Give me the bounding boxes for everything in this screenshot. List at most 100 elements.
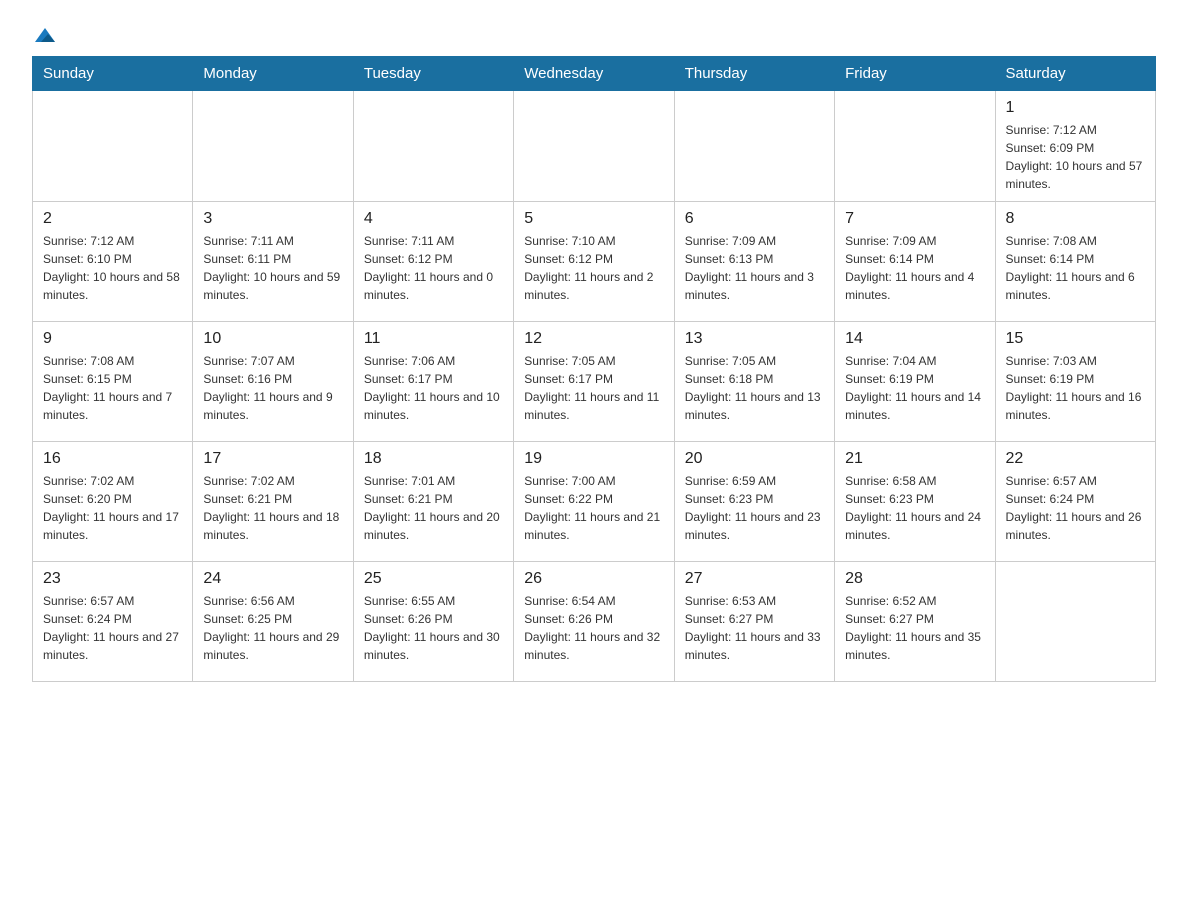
page-header <box>32 24 1156 44</box>
weekday-header-friday: Friday <box>835 57 995 91</box>
day-number: 5 <box>524 210 663 228</box>
calendar-cell-3-5: 13 Sunrise: 7:05 AMSunset: 6:18 PMDayligh… <box>674 322 834 442</box>
calendar-table: SundayMondayTuesdayWednesdayThursdayFrid… <box>32 56 1156 682</box>
day-info: Sunrise: 7:08 AMSunset: 6:15 PMDaylight:… <box>43 352 182 424</box>
day-number: 24 <box>203 570 342 588</box>
day-number: 28 <box>845 570 984 588</box>
calendar-cell-2-3: 4 Sunrise: 7:11 AMSunset: 6:12 PMDaylight… <box>353 202 513 322</box>
day-info: Sunrise: 7:00 AMSunset: 6:22 PMDaylight:… <box>524 472 663 544</box>
calendar-cell-1-4 <box>514 91 674 202</box>
weekday-header-thursday: Thursday <box>674 57 834 91</box>
day-info: Sunrise: 7:08 AMSunset: 6:14 PMDaylight:… <box>1006 232 1145 304</box>
day-number: 8 <box>1006 210 1145 228</box>
day-number: 27 <box>685 570 824 588</box>
calendar-cell-5-7 <box>995 562 1155 682</box>
calendar-cell-4-6: 21 Sunrise: 6:58 AMSunset: 6:23 PMDayligh… <box>835 442 995 562</box>
day-info: Sunrise: 7:07 AMSunset: 6:16 PMDaylight:… <box>203 352 342 424</box>
day-info: Sunrise: 7:03 AMSunset: 6:19 PMDaylight:… <box>1006 352 1145 424</box>
day-number: 18 <box>364 450 503 468</box>
day-number: 15 <box>1006 330 1145 348</box>
day-info: Sunrise: 7:09 AMSunset: 6:13 PMDaylight:… <box>685 232 824 304</box>
weekday-header-row: SundayMondayTuesdayWednesdayThursdayFrid… <box>33 57 1156 91</box>
day-info: Sunrise: 6:58 AMSunset: 6:23 PMDaylight:… <box>845 472 984 544</box>
calendar-cell-3-7: 15 Sunrise: 7:03 AMSunset: 6:19 PMDayligh… <box>995 322 1155 442</box>
weekday-header-saturday: Saturday <box>995 57 1155 91</box>
day-number: 14 <box>845 330 984 348</box>
calendar-cell-3-1: 9 Sunrise: 7:08 AMSunset: 6:15 PMDaylight… <box>33 322 193 442</box>
calendar-cell-2-2: 3 Sunrise: 7:11 AMSunset: 6:11 PMDaylight… <box>193 202 353 322</box>
day-info: Sunrise: 7:02 AMSunset: 6:20 PMDaylight:… <box>43 472 182 544</box>
day-info: Sunrise: 6:52 AMSunset: 6:27 PMDaylight:… <box>845 592 984 664</box>
calendar-cell-4-1: 16 Sunrise: 7:02 AMSunset: 6:20 PMDayligh… <box>33 442 193 562</box>
day-info: Sunrise: 7:05 AMSunset: 6:17 PMDaylight:… <box>524 352 663 424</box>
day-number: 1 <box>1006 99 1145 117</box>
day-info: Sunrise: 7:10 AMSunset: 6:12 PMDaylight:… <box>524 232 663 304</box>
day-number: 2 <box>43 210 182 228</box>
logo-triangle-icon <box>34 24 56 46</box>
calendar-week-4: 16 Sunrise: 7:02 AMSunset: 6:20 PMDayligh… <box>33 442 1156 562</box>
day-info: Sunrise: 7:01 AMSunset: 6:21 PMDaylight:… <box>364 472 503 544</box>
day-info: Sunrise: 7:02 AMSunset: 6:21 PMDaylight:… <box>203 472 342 544</box>
day-info: Sunrise: 6:54 AMSunset: 6:26 PMDaylight:… <box>524 592 663 664</box>
calendar-week-5: 23 Sunrise: 6:57 AMSunset: 6:24 PMDayligh… <box>33 562 1156 682</box>
calendar-cell-1-7: 1 Sunrise: 7:12 AMSunset: 6:09 PMDaylight… <box>995 91 1155 202</box>
calendar-cell-2-6: 7 Sunrise: 7:09 AMSunset: 6:14 PMDaylight… <box>835 202 995 322</box>
day-number: 17 <box>203 450 342 468</box>
day-info: Sunrise: 6:57 AMSunset: 6:24 PMDaylight:… <box>43 592 182 664</box>
day-number: 3 <box>203 210 342 228</box>
calendar-cell-4-2: 17 Sunrise: 7:02 AMSunset: 6:21 PMDayligh… <box>193 442 353 562</box>
day-number: 13 <box>685 330 824 348</box>
logo <box>32 24 56 44</box>
day-number: 22 <box>1006 450 1145 468</box>
day-number: 11 <box>364 330 503 348</box>
day-number: 7 <box>845 210 984 228</box>
calendar-cell-1-6 <box>835 91 995 202</box>
day-number: 6 <box>685 210 824 228</box>
day-info: Sunrise: 6:53 AMSunset: 6:27 PMDaylight:… <box>685 592 824 664</box>
calendar-cell-1-1 <box>33 91 193 202</box>
day-info: Sunrise: 7:06 AMSunset: 6:17 PMDaylight:… <box>364 352 503 424</box>
weekday-header-tuesday: Tuesday <box>353 57 513 91</box>
day-number: 19 <box>524 450 663 468</box>
calendar-cell-5-5: 27 Sunrise: 6:53 AMSunset: 6:27 PMDayligh… <box>674 562 834 682</box>
calendar-cell-5-3: 25Sunrise: 6:55 AMSunset: 6:26 PMDayligh… <box>353 562 513 682</box>
calendar-cell-2-5: 6 Sunrise: 7:09 AMSunset: 6:13 PMDaylight… <box>674 202 834 322</box>
calendar-cell-4-4: 19 Sunrise: 7:00 AMSunset: 6:22 PMDayligh… <box>514 442 674 562</box>
calendar-week-3: 9 Sunrise: 7:08 AMSunset: 6:15 PMDaylight… <box>33 322 1156 442</box>
calendar-cell-1-3 <box>353 91 513 202</box>
day-number: 20 <box>685 450 824 468</box>
calendar-cell-4-5: 20 Sunrise: 6:59 AMSunset: 6:23 PMDayligh… <box>674 442 834 562</box>
weekday-header-sunday: Sunday <box>33 57 193 91</box>
calendar-cell-2-1: 2 Sunrise: 7:12 AMSunset: 6:10 PMDaylight… <box>33 202 193 322</box>
calendar-cell-5-6: 28 Sunrise: 6:52 AMSunset: 6:27 PMDayligh… <box>835 562 995 682</box>
calendar-week-1: 1 Sunrise: 7:12 AMSunset: 6:09 PMDaylight… <box>33 91 1156 202</box>
day-info: Sunrise: 7:11 AMSunset: 6:11 PMDaylight:… <box>203 232 342 304</box>
day-number: 4 <box>364 210 503 228</box>
calendar-cell-3-3: 11 Sunrise: 7:06 AMSunset: 6:17 PMDayligh… <box>353 322 513 442</box>
calendar-cell-5-4: 26Sunrise: 6:54 AMSunset: 6:26 PMDayligh… <box>514 562 674 682</box>
day-number: 12 <box>524 330 663 348</box>
calendar-week-2: 2 Sunrise: 7:12 AMSunset: 6:10 PMDaylight… <box>33 202 1156 322</box>
calendar-cell-2-4: 5 Sunrise: 7:10 AMSunset: 6:12 PMDaylight… <box>514 202 674 322</box>
day-number: 23 <box>43 570 182 588</box>
day-info: Sunrise: 7:12 AMSunset: 6:09 PMDaylight:… <box>1006 121 1145 193</box>
day-info: Sunrise: 7:09 AMSunset: 6:14 PMDaylight:… <box>845 232 984 304</box>
calendar-cell-1-2 <box>193 91 353 202</box>
day-number: 21 <box>845 450 984 468</box>
day-info: Sunrise: 7:05 AMSunset: 6:18 PMDaylight:… <box>685 352 824 424</box>
day-number: 16 <box>43 450 182 468</box>
day-info: Sunrise: 6:57 AMSunset: 6:24 PMDaylight:… <box>1006 472 1145 544</box>
day-number: 25 <box>364 570 503 588</box>
calendar-cell-3-2: 10 Sunrise: 7:07 AMSunset: 6:16 PMDayligh… <box>193 322 353 442</box>
day-number: 10 <box>203 330 342 348</box>
day-info: Sunrise: 7:12 AMSunset: 6:10 PMDaylight:… <box>43 232 182 304</box>
calendar-cell-3-4: 12 Sunrise: 7:05 AMSunset: 6:17 PMDayligh… <box>514 322 674 442</box>
weekday-header-wednesday: Wednesday <box>514 57 674 91</box>
calendar-cell-5-1: 23 Sunrise: 6:57 AMSunset: 6:24 PMDayligh… <box>33 562 193 682</box>
calendar-cell-4-7: 22 Sunrise: 6:57 AMSunset: 6:24 PMDayligh… <box>995 442 1155 562</box>
calendar-cell-5-2: 24Sunrise: 6:56 AMSunset: 6:25 PMDayligh… <box>193 562 353 682</box>
day-number: 9 <box>43 330 182 348</box>
day-info: Sunrise: 7:11 AMSunset: 6:12 PMDaylight:… <box>364 232 503 304</box>
day-info: Sunrise: 6:59 AMSunset: 6:23 PMDaylight:… <box>685 472 824 544</box>
calendar-cell-1-5 <box>674 91 834 202</box>
